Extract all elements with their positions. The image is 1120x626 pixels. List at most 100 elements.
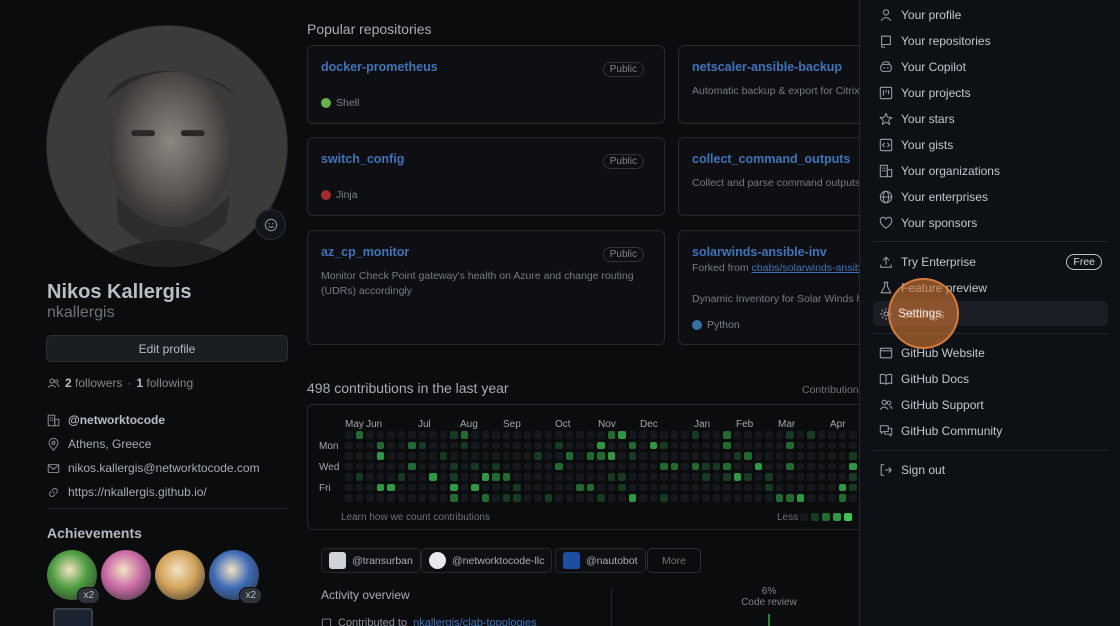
contribution-cell[interactable]	[460, 431, 469, 439]
repo-link[interactable]: netscaler-ansible-backup	[692, 60, 842, 74]
contribution-cell[interactable]	[828, 494, 836, 502]
contribution-cell[interactable]	[397, 462, 406, 471]
contribution-cell[interactable]	[492, 462, 500, 471]
contribution-cell[interactable]	[691, 441, 700, 450]
contribution-cell[interactable]	[460, 441, 469, 450]
contribution-cell[interactable]	[849, 441, 857, 450]
contribution-cell[interactable]	[765, 431, 773, 439]
contribution-cell[interactable]	[796, 431, 805, 439]
contribution-cell[interactable]	[754, 452, 763, 460]
contribution-cell[interactable]	[355, 494, 364, 502]
contribution-cell[interactable]	[555, 441, 563, 450]
contribution-cell[interactable]	[397, 452, 406, 460]
contribution-cell[interactable]	[513, 473, 521, 481]
contribution-cell[interactable]	[817, 441, 826, 450]
contribution-cell[interactable]	[481, 452, 490, 460]
contribution-cell[interactable]	[702, 431, 710, 439]
contribution-cell[interactable]	[712, 494, 721, 502]
contribution-cell[interactable]	[565, 431, 574, 439]
contribution-cell[interactable]	[523, 431, 532, 439]
contribution-cell[interactable]	[513, 441, 521, 450]
contribution-cell[interactable]	[586, 431, 595, 439]
menu-github-community[interactable]: GitHub Community	[873, 418, 1108, 443]
contribution-cell[interactable]	[397, 494, 406, 502]
contribution-cell[interactable]	[366, 473, 374, 481]
contribution-cell[interactable]	[366, 462, 374, 471]
profile-email[interactable]: nikos.kallergis@networktocode.com	[47, 456, 287, 480]
contribution-cell[interactable]	[408, 431, 416, 439]
contribution-cell[interactable]	[450, 431, 458, 439]
contribution-cell[interactable]	[576, 473, 584, 481]
contribution-cell[interactable]	[691, 473, 700, 481]
contribution-cell[interactable]	[796, 483, 805, 492]
contribution-cell[interactable]	[429, 452, 437, 460]
contribution-cell[interactable]	[565, 473, 574, 481]
contribution-cell[interactable]	[817, 494, 826, 502]
contribution-cell[interactable]	[534, 483, 542, 492]
contribution-cell[interactable]	[492, 473, 500, 481]
contribution-cell[interactable]	[649, 431, 658, 439]
contribution-cell[interactable]	[754, 431, 763, 439]
contribution-cell[interactable]	[387, 473, 395, 481]
contribution-cell[interactable]	[450, 483, 458, 492]
contribution-cell[interactable]	[502, 452, 511, 460]
contribution-cell[interactable]	[786, 452, 794, 460]
contribution-cell[interactable]	[387, 452, 395, 460]
contribution-cell[interactable]	[618, 483, 626, 492]
contribution-settings[interactable]: Contribution	[802, 384, 859, 396]
contribution-cell[interactable]	[544, 452, 553, 460]
contribution-cell[interactable]	[838, 431, 847, 439]
contribution-cell[interactable]	[817, 462, 826, 471]
contribution-cell[interactable]	[408, 483, 416, 492]
contribution-cell[interactable]	[355, 462, 364, 471]
achievement-badge-quickdraw[interactable]	[155, 550, 205, 600]
contribution-cell[interactable]	[481, 483, 490, 492]
contribution-cell[interactable]	[534, 462, 542, 471]
contribution-cell[interactable]	[754, 462, 763, 471]
menu-your-gists[interactable]: Your gists	[873, 132, 1108, 157]
contribution-cell[interactable]	[817, 483, 826, 492]
contribution-cell[interactable]	[733, 431, 742, 439]
contribution-cell[interactable]	[775, 483, 784, 492]
contribution-cell[interactable]	[460, 473, 469, 481]
contribution-cell[interactable]	[345, 431, 353, 439]
menu-sign-out[interactable]: Sign out	[873, 457, 1108, 482]
contribution-cell[interactable]	[849, 431, 857, 439]
contribution-cell[interactable]	[439, 473, 448, 481]
contribution-cell[interactable]	[670, 483, 679, 492]
contribution-cell[interactable]	[355, 431, 364, 439]
contribution-cell[interactable]	[607, 494, 616, 502]
contribution-cell[interactable]	[817, 452, 826, 460]
contribution-cell[interactable]	[775, 431, 784, 439]
contribution-cell[interactable]	[723, 462, 731, 471]
contribution-cell[interactable]	[376, 462, 385, 471]
achievement-badge-extra[interactable]	[53, 608, 93, 626]
contribution-cell[interactable]	[481, 494, 490, 502]
contribution-cell[interactable]	[471, 431, 479, 439]
contribution-cell[interactable]	[712, 441, 721, 450]
contribution-cell[interactable]	[523, 452, 532, 460]
contribution-cell[interactable]	[702, 452, 710, 460]
contribution-cell[interactable]	[576, 483, 584, 492]
contribution-cell[interactable]	[649, 483, 658, 492]
contribution-cell[interactable]	[439, 494, 448, 502]
contribution-cell[interactable]	[702, 441, 710, 450]
contribution-cell[interactable]	[481, 473, 490, 481]
contribution-cell[interactable]	[628, 494, 637, 502]
contribution-cell[interactable]	[807, 483, 815, 492]
contribution-cell[interactable]	[366, 483, 374, 492]
contribution-cell[interactable]	[765, 483, 773, 492]
contribution-cell[interactable]	[681, 441, 689, 450]
contribution-cell[interactable]	[555, 462, 563, 471]
contribution-cell[interactable]	[523, 462, 532, 471]
contribution-cell[interactable]	[733, 452, 742, 460]
contribution-cell[interactable]	[712, 483, 721, 492]
contribution-cell[interactable]	[576, 441, 584, 450]
contribution-cell[interactable]	[628, 462, 637, 471]
contribution-cell[interactable]	[628, 483, 637, 492]
menu-your-organizations[interactable]: Your organizations	[873, 158, 1108, 183]
contribution-cell[interactable]	[691, 452, 700, 460]
contribution-cell[interactable]	[691, 462, 700, 471]
contribution-cell[interactable]	[786, 431, 794, 439]
contribution-cell[interactable]	[387, 483, 395, 492]
